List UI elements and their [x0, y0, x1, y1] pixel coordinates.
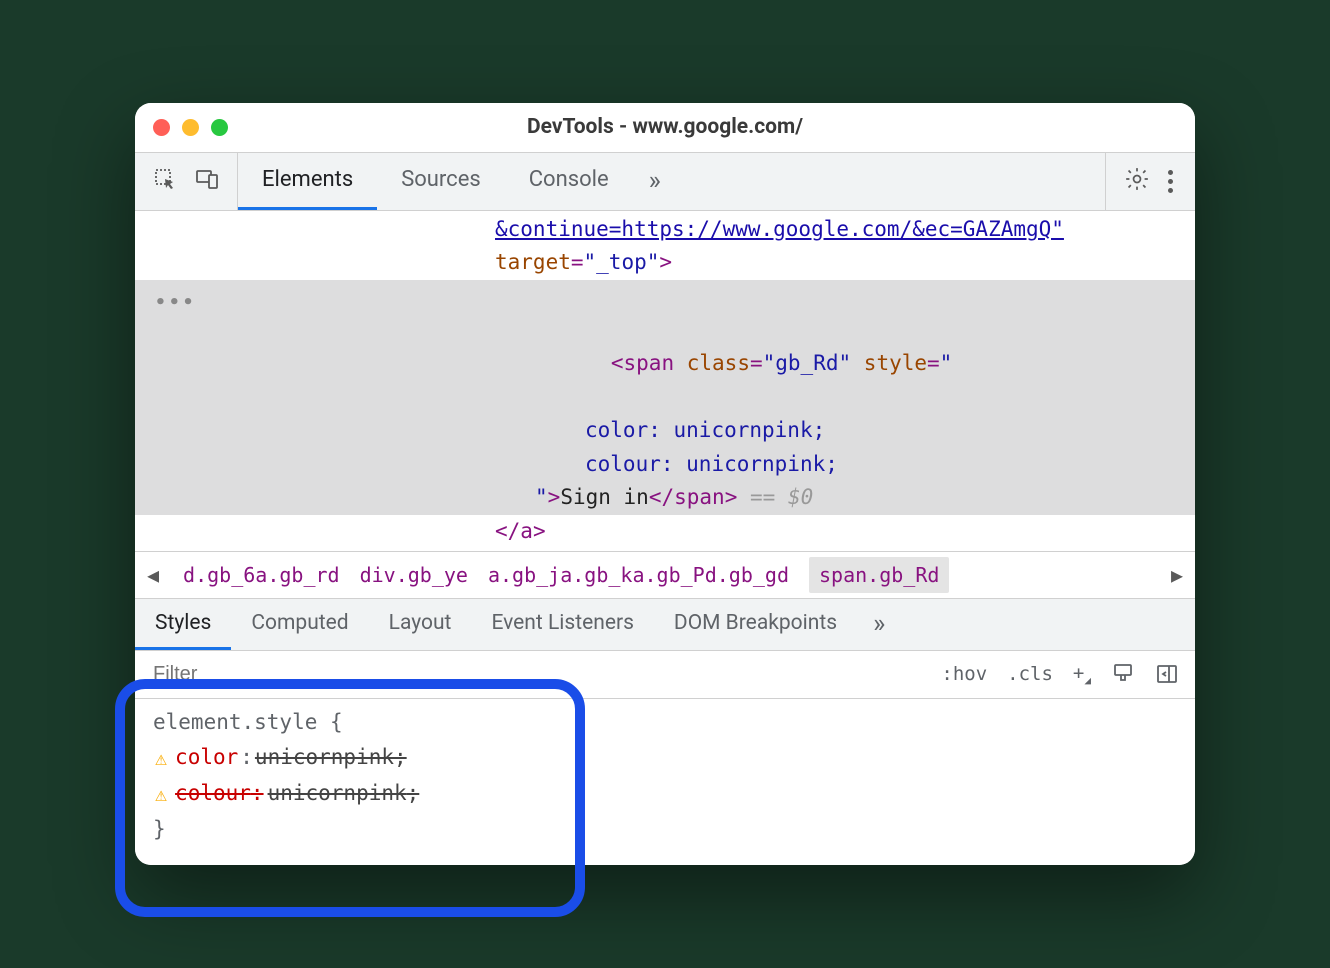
window-title: DevTools - www.google.com/ — [135, 115, 1195, 139]
css-declaration-invalid-property[interactable]: ⚠ colour: unicornpink; — [153, 776, 1195, 812]
breadcrumb-item[interactable]: div.gb_ye — [360, 563, 468, 587]
warning-icon: ⚠ — [155, 741, 167, 775]
css-property[interactable]: color — [175, 740, 238, 776]
main-toolbar: Elements Sources Console » — [135, 153, 1195, 211]
toolbar-right — [1105, 153, 1195, 210]
styles-filter-input[interactable] — [153, 663, 931, 686]
computed-sidebar-toggle-icon[interactable] — [1145, 662, 1189, 686]
breadcrumb-item[interactable]: d.gb_6a.gb_rd — [183, 563, 340, 587]
styles-toolbar: :hov .cls +◢ — [135, 651, 1195, 699]
more-tabs-button[interactable]: » — [633, 153, 677, 210]
main-tabs: Elements Sources Console » — [238, 153, 1105, 210]
dom-tree[interactable]: &continue=https://www.google.com/&ec=GAZ… — [135, 211, 1195, 551]
breadcrumb-scroll-left[interactable]: ◀ — [143, 563, 163, 587]
dom-url-fragment[interactable]: &continue=https://www.google.com/&ec=GAZ… — [135, 213, 1195, 247]
tab-sources[interactable]: Sources — [377, 153, 505, 210]
subtab-layout[interactable]: Layout — [369, 599, 472, 650]
hov-toggle[interactable]: :hov — [931, 663, 997, 685]
cls-toggle[interactable]: .cls — [997, 663, 1063, 685]
settings-icon[interactable] — [1124, 166, 1150, 196]
dom-style-rule-2[interactable]: colour: unicornpink; — [135, 448, 1195, 482]
device-toolbar-icon[interactable] — [195, 167, 219, 195]
dom-anchor-close[interactable]: </a> — [135, 515, 1195, 549]
collapse-dots-icon[interactable]: ••• — [155, 289, 197, 318]
subtab-event-listeners[interactable]: Event Listeners — [471, 599, 653, 650]
styles-sub-tabs: Styles Computed Layout Event Listeners D… — [135, 599, 1195, 651]
inspect-tools — [135, 153, 238, 210]
maximize-window-button[interactable] — [211, 119, 228, 136]
rule-close-brace: } — [153, 812, 1195, 848]
css-value[interactable]: unicornpink; — [255, 740, 407, 776]
css-value[interactable]: unicornpink; — [268, 776, 420, 812]
dom-breadcrumb: ◀ d.gb_6a.gb_rd div.gb_ye a.gb_ja.gb_ka.… — [135, 551, 1195, 599]
rule-selector[interactable]: element.style { — [153, 705, 1195, 741]
breadcrumb-item-active[interactable]: span.gb_Rd — [809, 557, 949, 593]
styles-rules-pane[interactable]: element.style { ⚠ color: unicornpink; ⚠ … — [135, 699, 1195, 866]
close-window-button[interactable] — [153, 119, 170, 136]
styles-brush-icon[interactable] — [1101, 662, 1145, 686]
dom-anchor-target[interactable]: target="_top"> — [135, 246, 1195, 280]
minimize-window-button[interactable] — [182, 119, 199, 136]
css-property[interactable]: colour: — [175, 776, 264, 812]
inspect-element-icon[interactable] — [153, 167, 177, 195]
titlebar: DevTools - www.google.com/ — [135, 103, 1195, 153]
dom-selected-span-open[interactable]: ••• <span class="gb_Rd" style=" — [135, 280, 1195, 414]
new-rule-button[interactable]: +◢ — [1063, 662, 1101, 687]
dom-style-rule-1[interactable]: color: unicornpink; — [135, 414, 1195, 448]
tab-console[interactable]: Console — [505, 153, 633, 210]
subtab-computed[interactable]: Computed — [231, 599, 368, 650]
subtab-dom-breakpoints[interactable]: DOM Breakpoints — [654, 599, 857, 650]
tab-elements[interactable]: Elements — [238, 153, 377, 210]
breadcrumb-scroll-right[interactable]: ▶ — [1167, 563, 1187, 587]
breadcrumb-item[interactable]: a.gb_ja.gb_ka.gb_Pd.gb_gd — [488, 563, 789, 587]
subtab-styles[interactable]: Styles — [135, 599, 231, 650]
devtools-window: DevTools - www.google.com/ Elements Sour… — [135, 103, 1195, 866]
css-declaration-invalid-value[interactable]: ⚠ color: unicornpink; — [153, 740, 1195, 776]
window-controls — [153, 119, 228, 136]
subtab-more[interactable]: » — [857, 599, 901, 650]
warning-icon: ⚠ — [155, 777, 167, 811]
kebab-menu-icon[interactable] — [1164, 166, 1177, 197]
dom-selected-span-close[interactable]: ">Sign in</span> == $0 — [135, 481, 1195, 515]
